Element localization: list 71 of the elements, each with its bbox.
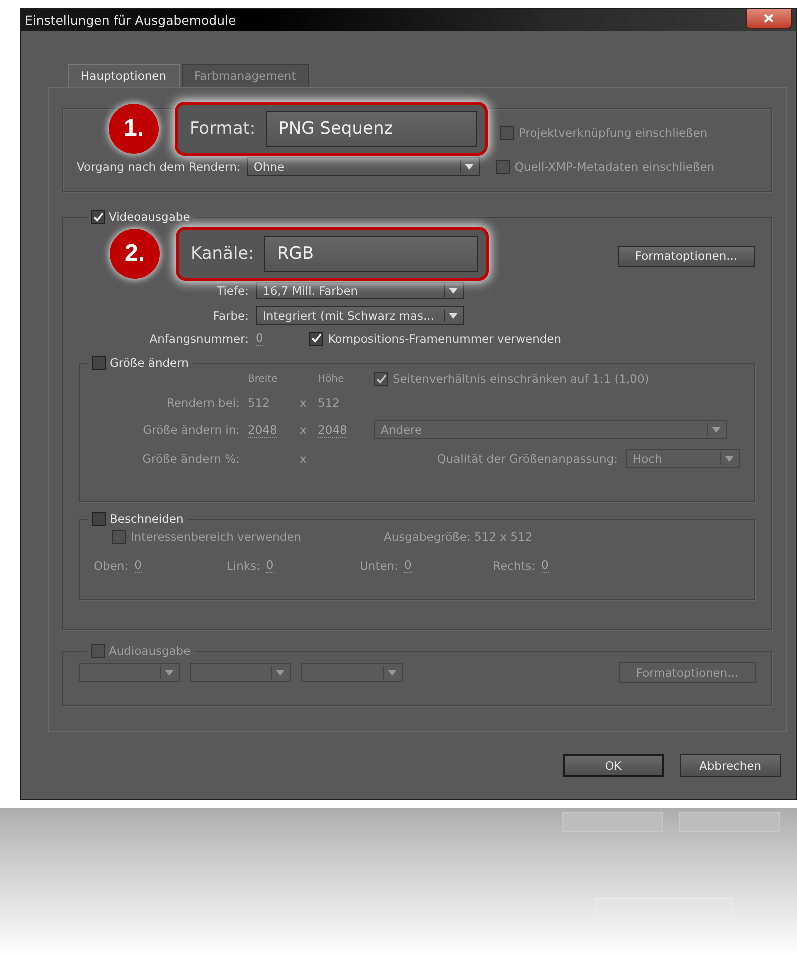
group-title: Videoausgabe <box>109 210 190 224</box>
field-label: Links: <box>227 558 260 572</box>
caret-icon <box>165 670 174 676</box>
option-label: Seitenverhältnis einschränken auf 1:1 (1,00) <box>393 372 650 386</box>
number-field[interactable]: 2048 <box>248 422 278 438</box>
tab[interactable]: Farbmanagement <box>182 64 310 87</box>
output-size-label: Ausgabegröße: 512 x 512 <box>384 530 533 544</box>
number-field[interactable]: 0 <box>542 558 549 573</box>
column-header: Breite <box>248 374 279 384</box>
dropdown[interactable]: Andere <box>374 420 727 439</box>
number-field[interactable]: 0 <box>404 558 412 573</box>
option-label: Projektverknüpfung einschließen <box>519 126 708 140</box>
dropdown[interactable]: 16,7 Mill. Farben <box>256 282 464 299</box>
field-label: Rendern bei: <box>166 396 241 410</box>
close-icon <box>764 14 774 23</box>
format-options-button[interactable]: Formatoptionen... <box>618 246 755 266</box>
group-title: Beschneiden <box>110 512 184 526</box>
field-label: Format: <box>190 119 256 139</box>
dropdown[interactable]: Ohne <box>246 157 480 176</box>
times-sign: x <box>300 422 308 436</box>
checkbox[interactable] <box>309 332 324 346</box>
checkbox[interactable] <box>112 530 126 544</box>
dropdown[interactable] <box>79 663 180 682</box>
dropdown[interactable]: Integriert (mit Schwarz mas... <box>256 306 464 325</box>
caret-icon <box>276 670 285 676</box>
field-label: Rechts: <box>493 558 536 572</box>
number-field[interactable]: 0 <box>266 558 274 573</box>
checkbox[interactable] <box>91 210 105 224</box>
option-label: Quell-XMP-Metadaten einschließen <box>514 160 715 174</box>
step-badge: 2. <box>110 229 160 279</box>
number-field[interactable]: 2048 <box>318 422 348 438</box>
close-button[interactable] <box>746 9 792 29</box>
dropdown[interactable] <box>190 663 291 682</box>
times-sign: x <box>300 396 308 410</box>
times-sign: x <box>300 452 308 466</box>
group-title: Größe ändern <box>110 356 189 370</box>
dropdown[interactable]: Hoch <box>626 449 740 468</box>
checkbox[interactable] <box>92 512 106 526</box>
caret-icon <box>388 670 397 676</box>
option-label: Interessenbereich verwenden <box>131 530 302 544</box>
option-label: Kompositions-Framenummer verwenden <box>328 332 562 346</box>
checkbox[interactable] <box>374 372 388 386</box>
field-label: Tiefe: <box>216 284 250 298</box>
step-badge: 1. <box>109 104 159 154</box>
field-label: Kanäle: <box>191 244 254 264</box>
field-label: Qualität der Größenanpassung: <box>437 452 618 466</box>
field-label: Anfangsnummer: <box>148 332 250 346</box>
group-title: Audioausgabe <box>109 644 191 658</box>
field-label: Größe ändern %: <box>142 452 241 466</box>
field-label: Farbe: <box>212 308 250 322</box>
column-header: Höhe <box>318 374 346 384</box>
caret-icon <box>464 164 474 170</box>
field-label: Oben: <box>94 558 129 572</box>
caret-icon <box>449 312 458 318</box>
tab[interactable]: Hauptoptionen <box>68 64 180 87</box>
field-label: Vorgang nach dem Rendern: <box>77 160 242 174</box>
number-field[interactable]: 0 <box>134 558 142 573</box>
checkbox[interactable] <box>92 356 106 370</box>
field-label: Größe ändern in: <box>142 422 241 436</box>
window-title: Einstellungen für Ausgabemodule <box>24 12 236 28</box>
caret-icon <box>449 288 458 294</box>
dialog-button[interactable]: Abbrechen <box>680 754 781 777</box>
dialog-button[interactable]: OK <box>563 754 664 777</box>
dropdown[interactable] <box>301 663 403 682</box>
width-value: 512 <box>248 396 271 410</box>
field-label: Unten: <box>360 558 398 572</box>
dropdown[interactable]: PNG Sequenz <box>266 111 477 147</box>
dropdown[interactable]: RGB <box>264 236 478 272</box>
caret-icon <box>712 426 721 432</box>
caret-icon <box>725 456 734 462</box>
height-value: 512 <box>318 396 341 410</box>
